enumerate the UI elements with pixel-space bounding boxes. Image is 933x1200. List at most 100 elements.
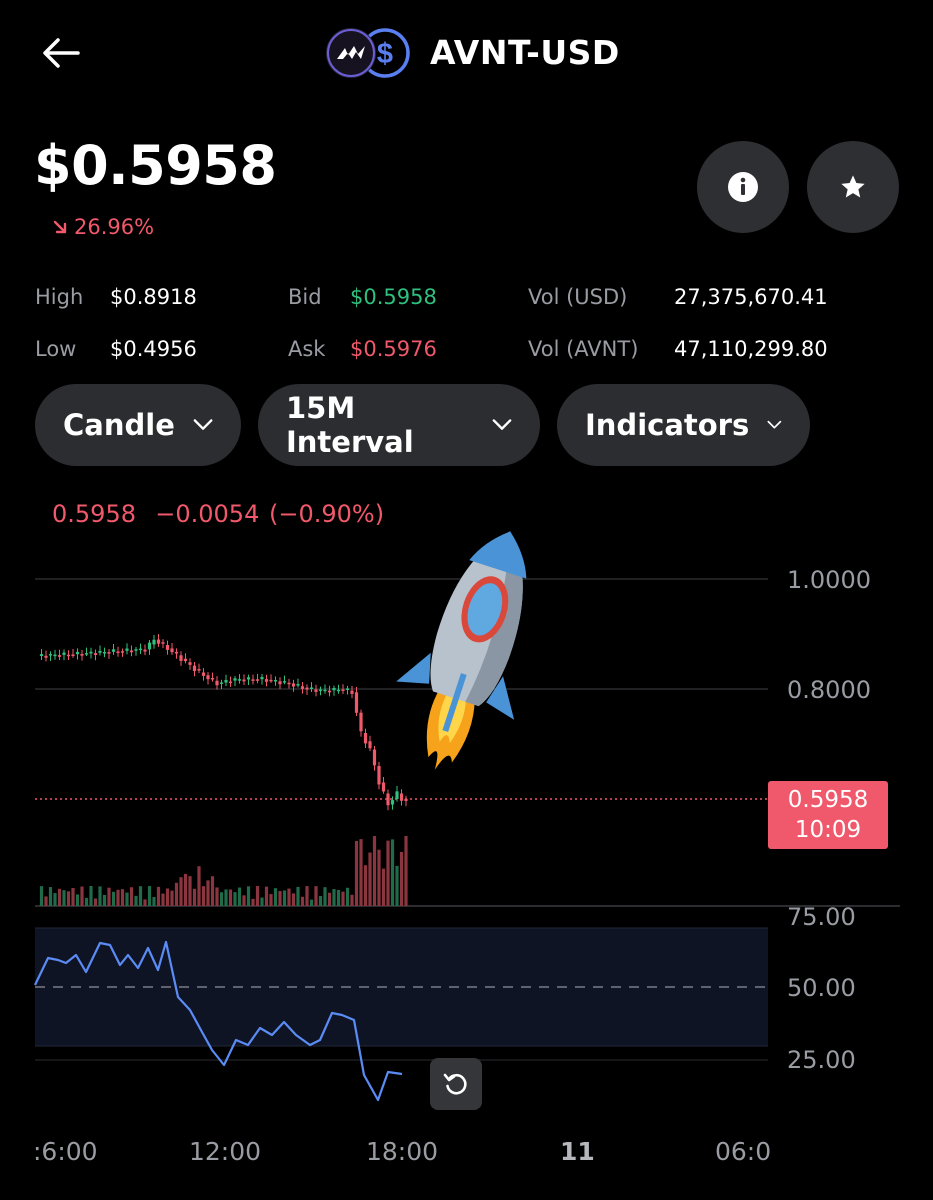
candle-body: [215, 680, 219, 686]
candle-countdown: 10:09: [794, 817, 862, 843]
volume-bar: [152, 896, 156, 906]
volume-bar: [48, 887, 53, 906]
volume-bar: [381, 868, 386, 906]
volume-bar: [71, 887, 75, 906]
volume-bar: [183, 873, 188, 906]
volume-bar: [300, 896, 305, 906]
volume-bar: [219, 892, 224, 906]
candle-body: [269, 679, 273, 682]
volume-bar: [174, 882, 179, 906]
volume-bar: [116, 889, 120, 906]
candle-body: [242, 679, 246, 682]
volume-bar: [165, 888, 170, 906]
candle-body: [48, 654, 53, 656]
candle-body: [116, 651, 120, 653]
candle-body: [93, 653, 98, 656]
candle-body: [368, 741, 372, 749]
candle-body: [350, 690, 354, 694]
candle-body: [260, 677, 264, 680]
candle-body: [170, 648, 174, 653]
candle-body: [57, 655, 62, 657]
candle-body: [273, 680, 278, 682]
volume-bar: [242, 895, 246, 906]
volume-bar: [143, 899, 147, 906]
candle-body: [377, 766, 381, 785]
candle-body: [156, 639, 161, 644]
volume-bar: [323, 887, 327, 906]
time-axis-label: 12:00: [189, 1137, 262, 1166]
candle-body: [71, 654, 75, 656]
candle-body: [381, 782, 386, 792]
volume-bar: [354, 840, 359, 906]
volume-bar: [93, 898, 98, 906]
candle-body: [161, 642, 165, 644]
candle-body: [102, 652, 107, 654]
candle-body: [246, 677, 251, 680]
time-axis-label: 18:00: [366, 1137, 439, 1166]
candle-body: [255, 679, 260, 681]
volume-bar: [224, 889, 228, 906]
volume-bar: [395, 865, 399, 906]
candle-body: [318, 689, 323, 691]
candle-body: [359, 712, 363, 732]
rocket-emoji: [396, 531, 527, 770]
candle-body: [233, 678, 237, 681]
volume-bar: [305, 886, 309, 906]
candle-body: [125, 648, 129, 651]
candle-body: [206, 675, 210, 680]
candle-body: [282, 681, 287, 683]
volume-bar: [296, 886, 300, 906]
candle-body: [219, 682, 224, 684]
volume-bar: [377, 849, 381, 906]
price-axis-label: 1.0000: [787, 566, 871, 594]
volume-bar: [66, 891, 71, 906]
candle-body: [188, 662, 192, 665]
candle-body: [192, 665, 197, 672]
volume-bar: [111, 891, 116, 906]
volume-bar: [75, 894, 80, 906]
candle-body: [89, 651, 93, 654]
candle-body: [309, 687, 314, 689]
candle-body: [372, 749, 377, 766]
volume-bar: [107, 887, 111, 906]
volume-bar: [125, 892, 129, 906]
rsi-axis-label: 50.00: [787, 974, 856, 1002]
rsi-axis-label: 75.00: [787, 903, 856, 931]
time-axis-label: 06:0: [715, 1137, 772, 1166]
volume-bar: [170, 890, 174, 906]
candle-body: [201, 672, 206, 676]
current-price-tag: 0.5958 10:09: [768, 781, 888, 849]
volume-bar: [282, 890, 287, 906]
candle-body: [143, 649, 147, 652]
reset-zoom-button[interactable]: [430, 1058, 482, 1110]
candle-body: [179, 655, 183, 661]
volume-bar: [156, 886, 161, 906]
time-axis-label: 11: [560, 1137, 595, 1166]
volume-bar: [120, 889, 125, 906]
volume-bar: [62, 890, 66, 906]
rsi-axis-label: 25.00: [787, 1046, 856, 1074]
volume-bar: [210, 876, 215, 906]
candle-body: [75, 651, 80, 655]
candle-body: [332, 687, 336, 691]
candle-body: [345, 688, 350, 690]
price-chart[interactable]: [0, 0, 933, 1200]
candle-body: [395, 791, 399, 799]
candle-body: [251, 679, 255, 681]
volume-bar: [350, 894, 354, 906]
reset-zoom-icon: [443, 1073, 467, 1095]
candle-body: [120, 651, 125, 653]
volume-bar: [246, 886, 251, 906]
volume-bar: [102, 894, 107, 906]
volume-bar: [57, 888, 62, 906]
volume-bar: [341, 891, 345, 906]
candle-body: [129, 650, 134, 653]
volume-bar: [327, 892, 332, 906]
candle-body: [66, 654, 71, 657]
candle-body: [111, 649, 116, 652]
candle-body: [354, 692, 359, 713]
volume-bar: [206, 880, 210, 906]
volume-bar: [192, 888, 197, 906]
volume-bar: [147, 886, 152, 906]
time-axis-label: :6:00: [33, 1137, 98, 1166]
